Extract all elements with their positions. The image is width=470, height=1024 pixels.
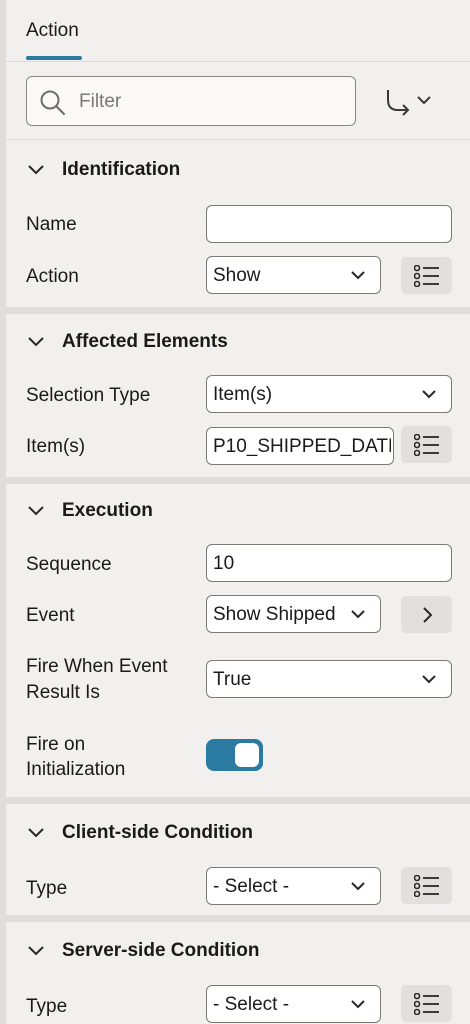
fire-on-init-toggle[interactable] — [206, 739, 263, 771]
chevron-down-icon — [422, 390, 436, 399]
section-server-condition: Server-side Condition Type - Select - — [6, 922, 470, 1024]
selection-type-label: Selection Type — [26, 385, 151, 406]
section-header[interactable]: Affected Elements — [26, 330, 228, 354]
list-icon — [414, 993, 439, 1015]
tab-bar: Action — [6, 0, 470, 62]
action-value: Show — [213, 265, 261, 286]
section-title: Identification — [62, 159, 181, 180]
property-panel: Action Filter Identification Name Action… — [0, 0, 470, 1024]
chevron-down-icon — [422, 675, 436, 684]
section-title: Client-side Condition — [62, 822, 254, 843]
items-field[interactable]: P10_SHIPPED_DATE — [206, 427, 394, 465]
name-label: Name — [26, 214, 77, 235]
client-type-label: Type — [26, 878, 68, 899]
filter-row: Filter — [6, 62, 470, 140]
section-identification: Identification Name Action Show — [6, 140, 470, 314]
action-select[interactable]: Show — [206, 256, 381, 294]
list-icon — [414, 434, 439, 456]
server-type-label: Type — [26, 996, 68, 1017]
tab-active-indicator — [26, 56, 82, 60]
section-client-condition: Client-side Condition Type - Select - — [6, 804, 470, 922]
section-header[interactable]: Execution — [26, 499, 153, 523]
section-header[interactable]: Server-side Condition — [26, 939, 259, 963]
items-value: P10_SHIPPED_DATE — [213, 436, 391, 457]
chevron-down-icon — [28, 165, 44, 175]
client-type-select[interactable]: - Select - — [206, 867, 381, 905]
selection-type-value: Item(s) — [213, 384, 273, 405]
client-type-value: - Select - — [213, 876, 290, 897]
section-execution: Execution Sequence 10 Event Show Shipped… — [6, 484, 470, 804]
section-title: Execution — [62, 500, 153, 521]
section-title: Affected Elements — [62, 331, 228, 352]
filter-placeholder: Filter — [79, 91, 122, 112]
server-type-list-button[interactable] — [401, 985, 452, 1022]
filter-input[interactable]: Filter — [26, 76, 356, 126]
toggle-knob — [235, 743, 259, 767]
fire-when-label-line2: Result Is — [26, 682, 100, 703]
name-field[interactable] — [206, 205, 452, 243]
server-type-value: - Select - — [213, 994, 290, 1015]
action-label: Action — [26, 266, 79, 287]
section-affected-elements: Affected Elements Selection Type Item(s)… — [6, 314, 470, 484]
fire-on-init-label-line2: Initialization — [26, 759, 126, 780]
items-label: Item(s) — [26, 436, 86, 457]
server-type-select[interactable]: - Select - — [206, 985, 381, 1023]
action-list-button[interactable] — [401, 257, 452, 294]
chevron-down-icon — [351, 610, 365, 619]
chevron-down-icon — [28, 828, 44, 838]
chevron-down-icon — [351, 1000, 365, 1009]
chevron-right-icon — [423, 607, 433, 623]
fire-when-select[interactable]: True — [206, 660, 452, 698]
list-icon — [414, 265, 439, 287]
client-type-list-button[interactable] — [401, 867, 452, 904]
list-icon — [414, 875, 439, 897]
event-goto-button[interactable] — [401, 596, 452, 633]
chevron-down-icon — [351, 271, 365, 280]
section-header[interactable]: Client-side Condition — [26, 821, 253, 845]
search-icon — [40, 90, 65, 115]
goto-arrow-icon — [387, 90, 431, 116]
sequence-value: 10 — [213, 553, 235, 574]
sequence-field[interactable]: 10 — [206, 544, 452, 582]
chevron-down-icon — [28, 337, 44, 347]
items-list-button[interactable] — [401, 426, 452, 463]
sequence-label: Sequence — [26, 554, 112, 575]
fire-when-value: True — [213, 669, 252, 690]
section-header[interactable]: Identification — [26, 158, 180, 182]
fire-on-init-label-line1: Fire on — [26, 734, 86, 755]
event-select[interactable]: Show Shipped — [206, 595, 381, 633]
chevron-down-icon — [28, 506, 44, 516]
event-label: Event — [26, 605, 75, 626]
section-title: Server-side Condition — [62, 940, 260, 961]
fire-when-label-line1: Fire When Event — [26, 656, 168, 677]
chevron-down-icon — [351, 882, 365, 891]
goto-group-button[interactable] — [380, 88, 436, 116]
selection-type-select[interactable]: Item(s) — [206, 375, 452, 413]
chevron-down-icon — [28, 946, 44, 956]
tab-action[interactable]: Action — [26, 20, 79, 42]
event-value: Show Shipped — [213, 604, 336, 625]
